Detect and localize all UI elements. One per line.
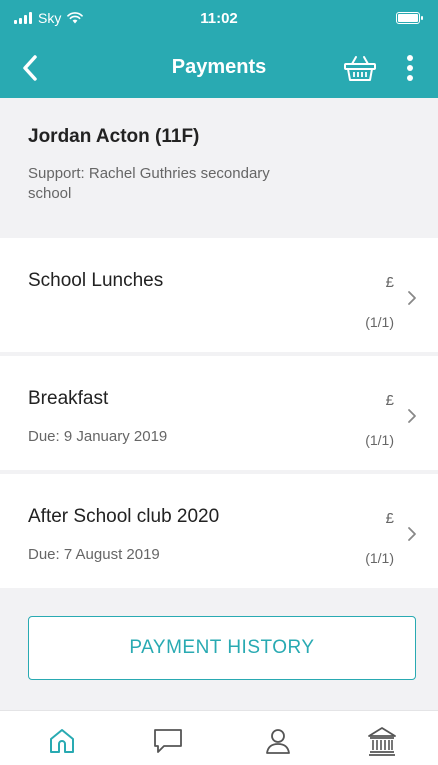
status-bar: Sky 11:02 [0, 0, 438, 38]
tab-profile[interactable] [258, 721, 298, 761]
payment-amount: £ [385, 392, 394, 409]
payment-title: After School club 2020 [28, 506, 220, 527]
chat-icon [154, 729, 182, 753]
payment-due: Due: 7 August 2019 [28, 546, 160, 563]
payment-row-after-school-club[interactable]: After School club 2020 Due: 7 August 201… [0, 474, 438, 588]
payment-amount: £ [385, 274, 394, 291]
basket-icon [344, 56, 376, 81]
tab-messages[interactable] [148, 721, 188, 761]
student-name: Jordan Acton (11F) [28, 126, 200, 147]
profile-icon [266, 729, 290, 754]
student-support: Support: Rachel Guthries secondary schoo… [28, 165, 270, 202]
payment-count: (1/1) [365, 550, 394, 566]
payment-list: School Lunches £ (1/1) Breakfast Due: 9 … [0, 238, 438, 592]
student-card: Jordan Acton (11F) Support: Rachel Guthr… [0, 98, 438, 238]
status-time: 11:02 [200, 10, 238, 27]
nav-bar: Payments [0, 38, 438, 98]
more-options-button[interactable] [398, 50, 422, 86]
payment-history-button[interactable]: PAYMENT HISTORY [28, 616, 416, 680]
more-vertical-icon [407, 55, 413, 81]
bank-icon [368, 727, 396, 756]
app-header: Sky 11:02 Payments [0, 0, 438, 98]
chevron-right-icon [408, 409, 416, 423]
payment-title: School Lunches [28, 270, 164, 291]
payment-due: Due: 9 January 2019 [28, 428, 168, 445]
payment-count: (1/1) [365, 314, 394, 330]
chevron-right-icon [408, 291, 416, 305]
tab-bar [0, 710, 438, 765]
battery-icon [396, 12, 423, 24]
home-icon [50, 729, 74, 753]
payment-row-school-lunches[interactable]: School Lunches £ (1/1) [0, 238, 438, 352]
payments-screen: Sky 11:02 Payments Jordan Acton (11F) Su… [0, 0, 438, 765]
payment-title: Breakfast [28, 388, 109, 409]
tab-bank[interactable] [362, 721, 402, 761]
payment-count: (1/1) [365, 432, 394, 448]
payment-row-breakfast[interactable]: Breakfast Due: 9 January 2019 £ (1/1) [0, 356, 438, 470]
basket-button[interactable] [340, 50, 380, 86]
tab-home[interactable] [42, 721, 82, 761]
chevron-right-icon [408, 527, 416, 541]
payment-amount: £ [385, 510, 394, 527]
